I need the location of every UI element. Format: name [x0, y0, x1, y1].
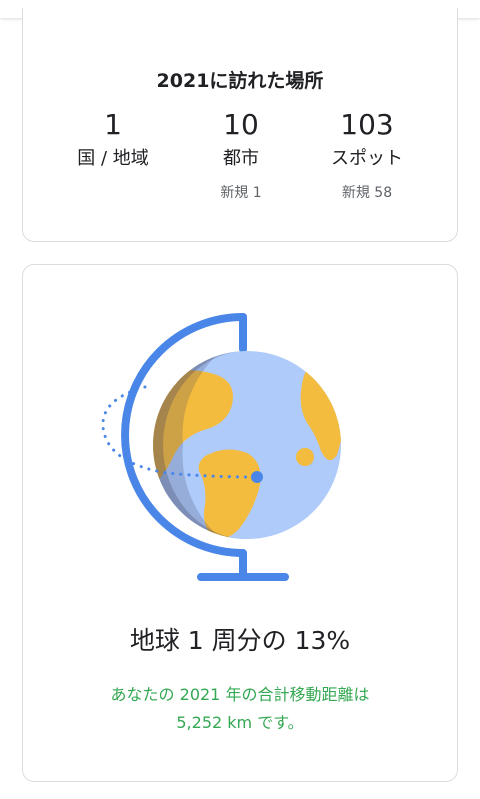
distance-description-line2: 5,252 km です。 [176, 713, 304, 732]
stat-spots-label: スポット [331, 148, 403, 169]
globe-icon [67, 305, 357, 595]
current-location-dot [251, 471, 263, 483]
globe-land-island [296, 448, 314, 466]
stat-spots-sub: 新規 58 [341, 185, 393, 201]
stat-cities-sub: 新規 1 [220, 185, 262, 201]
stat-spots-value: 103 [340, 108, 394, 141]
stat-cities-label: 都市 [223, 148, 259, 169]
stat-spots: 103 スポット 新規 58 [297, 108, 437, 202]
stat-countries-label: 国 / 地域 [77, 148, 149, 169]
travel-distance-card: 地球 1 周分の 13% あなたの 2021 年の合計移動距離は 5,252 k… [22, 264, 458, 782]
stat-countries-value: 1 [104, 108, 122, 141]
distance-description: あなたの 2021 年の合計移動距離は 5,252 km です。 [63, 681, 417, 737]
visited-places-title: 2021に訪れた場所 [156, 70, 324, 92]
stat-countries: 1 国 / 地域 [43, 108, 183, 202]
distance-headline: 地球 1 周分の 13% [129, 626, 351, 655]
stat-cities: 10 都市 新規 1 [171, 108, 311, 202]
stat-countries-sub [43, 184, 183, 202]
visited-places-card: 2021に訪れた場所 1 国 / 地域 10 都市 新規 1 103 スポット … [22, 8, 458, 242]
stat-cities-value: 10 [223, 108, 259, 141]
distance-description-line1: あなたの 2021 年の合計移動距離は [110, 685, 370, 704]
